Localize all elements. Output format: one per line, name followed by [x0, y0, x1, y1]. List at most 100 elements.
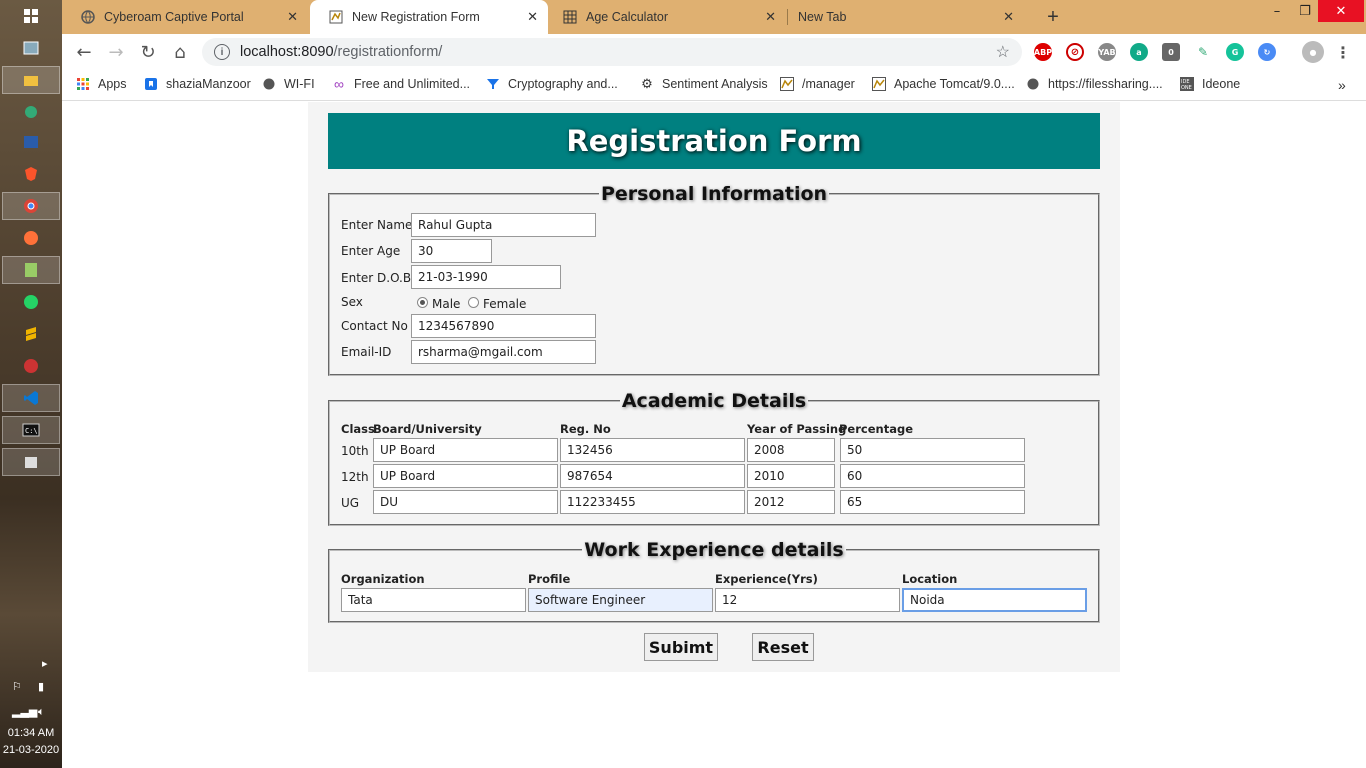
location-input[interactable] — [902, 588, 1087, 612]
close-icon[interactable]: ✕ — [765, 9, 776, 25]
chevron-up-icon[interactable]: ▸ — [42, 657, 48, 670]
brave-icon[interactable] — [2, 160, 60, 188]
dob-input[interactable] — [411, 265, 561, 289]
firefox-icon[interactable] — [2, 224, 60, 252]
block-icon[interactable]: ⊘ — [1066, 43, 1084, 61]
board-10th-input[interactable] — [373, 438, 558, 462]
sublime-icon[interactable] — [2, 320, 60, 348]
close-icon[interactable]: ✕ — [1003, 9, 1014, 25]
app-icon[interactable] — [2, 352, 60, 380]
bookmark-cryptography[interactable]: Cryptography and... — [486, 77, 618, 91]
reg-ug-input[interactable] — [560, 490, 745, 514]
pen-icon[interactable]: ✎ — [1194, 43, 1212, 61]
whatsapp-icon[interactable] — [2, 288, 60, 316]
notepad-icon[interactable] — [2, 256, 60, 284]
board-ug-input[interactable] — [373, 490, 558, 514]
bookmarks-overflow-icon[interactable]: » — [1338, 77, 1346, 93]
bookmark-manager[interactable]: /manager — [780, 77, 855, 91]
bookmark-star-icon[interactable]: ☆ — [996, 42, 1010, 62]
contact-input[interactable] — [411, 314, 596, 338]
back-icon[interactable]: ← — [74, 42, 94, 63]
minimize-icon[interactable]: – — [1262, 0, 1292, 22]
submit-button[interactable]: Subimt — [644, 633, 718, 661]
bookmark-ideone[interactable]: IDE ONE Ideone — [1180, 77, 1240, 91]
year-ug-input[interactable] — [747, 490, 835, 514]
male-radio[interactable] — [417, 297, 428, 308]
female-radio[interactable] — [468, 297, 479, 308]
experience-input[interactable] — [715, 588, 900, 612]
name-input[interactable] — [411, 213, 596, 237]
year-12th-input[interactable] — [747, 464, 835, 488]
yab-icon[interactable]: YAB — [1098, 43, 1116, 61]
extension-counter-icon[interactable]: 0 — [1162, 43, 1180, 61]
contact-label: Contact No — [341, 319, 408, 333]
academic-legend: Academic Details — [621, 390, 807, 412]
file-explorer-icon[interactable] — [2, 66, 60, 94]
percentage-12th-input[interactable] — [840, 464, 1025, 488]
ideone-icon: IDE ONE — [1180, 77, 1194, 91]
tab-age-calculator[interactable]: Age Calculator ✕ — [548, 0, 786, 34]
male-label: Male — [432, 297, 461, 311]
bookmark-free-unlimited[interactable]: ∞ Free and Unlimited... — [332, 76, 470, 92]
battery-icon[interactable]: ▮ — [38, 680, 44, 693]
clock-time[interactable]: 01:34 AM — [0, 727, 62, 739]
adblock-icon[interactable]: ABP — [1034, 43, 1052, 61]
globe-icon — [80, 9, 96, 25]
signal-icon[interactable]: ▂▃▅ — [12, 705, 37, 718]
bookmark-sentiment-analysis[interactable]: ⚙ Sentiment Analysis — [640, 76, 767, 91]
app-icon[interactable] — [2, 98, 60, 126]
vscode-icon[interactable] — [2, 384, 60, 412]
bookmark-apps[interactable]: Apps — [76, 77, 127, 91]
powershell-icon[interactable] — [2, 128, 60, 156]
bookmark-shaziamanzoor[interactable]: shaziaManzoor — [144, 77, 251, 91]
board-12th-input[interactable] — [373, 464, 558, 488]
bookmark-wifi[interactable]: WI-FI — [262, 77, 315, 91]
restore-icon[interactable]: ❐ — [1290, 0, 1320, 22]
profile-input[interactable] — [528, 588, 713, 612]
cmd-icon[interactable]: C:\ — [2, 416, 60, 444]
close-window-icon[interactable]: ✕ — [1318, 0, 1364, 22]
volume-icon[interactable]: 🔈︎ — [38, 705, 45, 719]
tab-registration[interactable]: New Registration Form ✕ — [310, 0, 548, 34]
col-class: Class — [341, 422, 375, 436]
tab-new-tab[interactable]: New Tab ✕ — [788, 0, 1024, 34]
reload-icon[interactable]: ↻ — [138, 42, 158, 63]
reg-10th-input[interactable] — [560, 438, 745, 462]
extension-a-icon[interactable]: a — [1130, 43, 1148, 61]
extension-icon[interactable]: ↻ — [1258, 43, 1276, 61]
bookmark-filessharing[interactable]: https://filessharing.... — [1026, 77, 1163, 91]
reset-button[interactable]: Reset — [752, 633, 814, 661]
profile-avatar-icon[interactable]: ● — [1302, 41, 1324, 63]
tab-cyberoam[interactable]: Cyberoam Captive Portal ✕ — [62, 0, 308, 34]
organization-input[interactable] — [341, 588, 526, 612]
year-10th-input[interactable] — [747, 438, 835, 462]
address-bar[interactable]: i localhost:8090/registrationform/ ☆ — [202, 38, 1022, 66]
reg-12th-input[interactable] — [560, 464, 745, 488]
grammarly-icon[interactable]: G — [1226, 43, 1244, 61]
clock-date[interactable]: 21-03-2020 — [0, 744, 62, 756]
funnel-icon — [486, 77, 500, 91]
col-organization: Organization — [341, 572, 425, 586]
age-label: Enter Age — [341, 244, 401, 258]
new-tab-button[interactable]: + — [1038, 0, 1068, 34]
email-input[interactable] — [411, 340, 596, 364]
age-input[interactable] — [411, 239, 492, 263]
percentage-ug-input[interactable] — [840, 490, 1025, 514]
info-icon[interactable]: i — [214, 44, 230, 60]
percentage-10th-input[interactable] — [840, 438, 1025, 462]
photos-icon[interactable] — [2, 34, 60, 62]
close-icon[interactable]: ✕ — [527, 9, 538, 25]
bookmark-apache-tomcat[interactable]: Apache Tomcat/9.0.... — [872, 77, 1015, 91]
app-icon[interactable] — [2, 448, 60, 476]
network-icon[interactable]: ⚐ — [12, 680, 22, 693]
home-icon[interactable]: ⌂ — [170, 42, 190, 63]
col-profile: Profile — [528, 572, 571, 586]
bookmark-label: Apache Tomcat/9.0.... — [894, 77, 1015, 91]
menu-kebab-icon[interactable]: ⋮ — [1334, 43, 1352, 62]
start-icon[interactable] — [2, 2, 60, 30]
name-label: Enter Name — [341, 218, 413, 232]
forward-icon[interactable]: → — [106, 42, 126, 63]
close-icon[interactable]: ✕ — [287, 9, 298, 25]
chrome-icon[interactable] — [2, 192, 60, 220]
personal-info-legend: Personal Information — [600, 183, 828, 205]
